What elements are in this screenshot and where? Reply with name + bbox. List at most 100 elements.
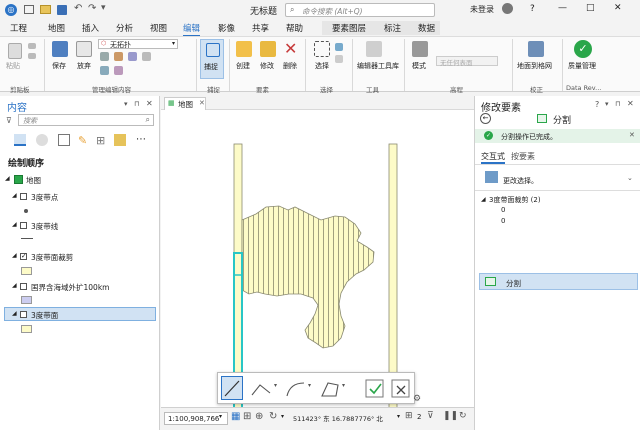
refresh-icon[interactable]: ↻ bbox=[459, 411, 467, 421]
editor-tools-icon[interactable] bbox=[366, 41, 382, 57]
select-button[interactable]: 选择 bbox=[315, 61, 329, 71]
tab-edit[interactable]: 编辑 bbox=[183, 22, 201, 37]
tab-share[interactable]: 共享 bbox=[252, 22, 269, 34]
chevron-down-icon[interactable]: ▾ bbox=[342, 382, 345, 389]
user-avatar-icon[interactable] bbox=[502, 3, 513, 14]
create-button[interactable]: 创建 bbox=[236, 61, 250, 71]
layer-item[interactable]: 3度带面裁剪 bbox=[31, 252, 73, 263]
command-search-input[interactable]: ⌕ 命令搜索 (Alt+Q) bbox=[285, 3, 435, 17]
paste-icon[interactable] bbox=[8, 43, 22, 59]
new-project-icon[interactable] bbox=[24, 5, 34, 14]
layer-item[interactable]: 3度带线 bbox=[31, 221, 58, 232]
line-tool-button[interactable] bbox=[221, 376, 243, 400]
back-arrow-icon[interactable]: ← bbox=[480, 113, 491, 124]
maximize-button[interactable]: □ bbox=[586, 3, 595, 13]
toolbar-options-icon[interactable]: ⚙ bbox=[413, 394, 421, 404]
copy-icon[interactable] bbox=[28, 53, 36, 59]
topology-select[interactable]: ⬡ 无拓扑 ▾ bbox=[98, 39, 178, 49]
attributes-icon[interactable] bbox=[335, 43, 343, 51]
tab-map-view[interactable]: ▦ 地图 ✕ bbox=[164, 97, 206, 110]
chevron-down-icon[interactable]: ▾ bbox=[281, 413, 284, 420]
pane-options-icon[interactable]: ▾ bbox=[124, 100, 128, 108]
save-edits-icon[interactable] bbox=[52, 41, 68, 57]
editing-icon[interactable]: ✎ bbox=[78, 134, 87, 147]
expand-layer-icon[interactable]: ◢ bbox=[12, 252, 17, 259]
delete-icon[interactable]: ✕ bbox=[284, 39, 297, 58]
close-pane-icon[interactable]: ✕ bbox=[146, 99, 153, 108]
selection-list-icon[interactable] bbox=[58, 134, 70, 146]
split-action-button[interactable]: 分割 bbox=[479, 273, 638, 290]
navigation-icon[interactable]: ⊕ bbox=[255, 411, 263, 422]
discard-edits-button[interactable]: 放弃 bbox=[77, 61, 91, 71]
map-view[interactable]: ▦ 地图 ✕ ▾ ▾ ▾ ⚙ 1:100,908,766 ▾ ▦ ⊞ ⊕ ↻ ▾… bbox=[161, 96, 474, 430]
conflicts-icon[interactable] bbox=[128, 52, 137, 61]
cut-icon[interactable] bbox=[28, 43, 36, 49]
sign-in-status[interactable]: 未登录 bbox=[470, 4, 494, 15]
chevron-down-icon[interactable]: ▾ bbox=[274, 382, 277, 389]
expand-layer-icon[interactable]: ◢ bbox=[12, 192, 17, 199]
finish-sketch-icon[interactable] bbox=[364, 378, 386, 400]
data-source-icon[interactable] bbox=[36, 134, 48, 146]
tab-labeling[interactable]: 标注 bbox=[384, 22, 401, 34]
fixed-zoom-icon[interactable]: ⊞ bbox=[243, 411, 251, 422]
help-button[interactable]: ? bbox=[530, 4, 535, 14]
pin-icon[interactable]: ⊓ bbox=[134, 100, 139, 108]
layer-item-selected[interactable]: ◢ 3度带面 bbox=[4, 307, 156, 321]
arc-tool-icon[interactable] bbox=[284, 379, 308, 399]
expand-layer-icon[interactable]: ◢ bbox=[12, 310, 17, 317]
tab-by-feature[interactable]: 按要素 bbox=[511, 151, 535, 162]
right-angle-line-icon[interactable] bbox=[250, 379, 274, 399]
dismiss-message-icon[interactable]: ✕ bbox=[629, 131, 635, 139]
tab-view[interactable]: 视图 bbox=[150, 22, 167, 34]
tab-help[interactable]: 帮助 bbox=[286, 22, 303, 34]
editor-toolbox-button[interactable]: 编辑器工具库 bbox=[357, 61, 399, 71]
map-canvas[interactable] bbox=[161, 110, 474, 416]
modify-button[interactable]: 修改 bbox=[260, 61, 274, 71]
expand-layer-icon[interactable]: ◢ bbox=[12, 221, 17, 228]
help-icon[interactable]: ? bbox=[595, 100, 599, 109]
tab-insert[interactable]: 插入 bbox=[82, 22, 99, 34]
pause-drawing-icon[interactable]: ❚❚ bbox=[443, 411, 458, 421]
paste-button[interactable]: 粘贴 bbox=[6, 61, 20, 71]
feature-id-item[interactable]: 0 bbox=[501, 206, 505, 214]
chevron-down-icon[interactable]: ▾ bbox=[308, 382, 311, 389]
change-selection-link[interactable]: 更改选择。 bbox=[503, 176, 538, 186]
save-project-icon[interactable] bbox=[57, 5, 67, 15]
version-icon[interactable] bbox=[114, 66, 123, 75]
ground-to-grid-icon[interactable] bbox=[528, 41, 544, 57]
layer-item[interactable]: 国界含海域外扩100km bbox=[31, 282, 109, 293]
tab-imagery[interactable]: 影像 bbox=[218, 22, 235, 34]
tab-analysis[interactable]: 分析 bbox=[116, 22, 133, 34]
delete-button[interactable]: 删除 bbox=[283, 61, 297, 71]
labeling-list-icon[interactable] bbox=[114, 134, 126, 146]
feature-id-item[interactable]: 0 bbox=[501, 217, 505, 225]
close-pane-icon[interactable]: ✕ bbox=[627, 99, 634, 108]
redo-icon[interactable]: ↷ bbox=[88, 3, 96, 14]
tab-map[interactable]: 地图 bbox=[48, 22, 65, 34]
quality-check-icon[interactable]: ✓ bbox=[574, 40, 592, 58]
filter-icon[interactable]: ⊽ bbox=[427, 411, 434, 421]
layer-visibility-checkbox-checked[interactable]: ✓ bbox=[20, 253, 27, 260]
tab-project[interactable]: 工程 bbox=[10, 22, 27, 34]
selected-layer-entry[interactable]: 3度带面裁剪 (2) bbox=[489, 195, 541, 205]
expand-map-icon[interactable]: ◢ bbox=[5, 175, 10, 182]
change-selection-icon[interactable] bbox=[485, 171, 498, 183]
drawing-order-icon[interactable] bbox=[14, 134, 26, 146]
surface-select[interactable]: 无任何表面 bbox=[436, 56, 498, 67]
expand-layer-icon[interactable]: ◢ bbox=[481, 196, 486, 203]
pane-options-icon[interactable]: ▾ bbox=[605, 100, 609, 108]
layer-visibility-checkbox[interactable] bbox=[20, 222, 27, 229]
rotation-icon[interactable]: ↻ bbox=[269, 411, 277, 422]
select-icon[interactable] bbox=[314, 41, 330, 57]
clear-selection-icon[interactable] bbox=[335, 55, 343, 63]
layer-visibility-checkbox[interactable] bbox=[20, 283, 27, 290]
discard-edits-icon[interactable] bbox=[76, 41, 92, 57]
close-button[interactable]: ✕ bbox=[614, 3, 622, 13]
filter-icon[interactable]: ⊽ bbox=[6, 116, 12, 125]
modify-features-icon[interactable] bbox=[260, 41, 276, 57]
quick-access-dropdown-icon[interactable]: ▾ bbox=[101, 3, 106, 13]
reconcile-icon[interactable] bbox=[142, 52, 151, 61]
mode-icon[interactable] bbox=[412, 41, 428, 57]
validate-icon[interactable] bbox=[114, 52, 123, 61]
clipped-zone-polygon[interactable] bbox=[241, 205, 375, 349]
